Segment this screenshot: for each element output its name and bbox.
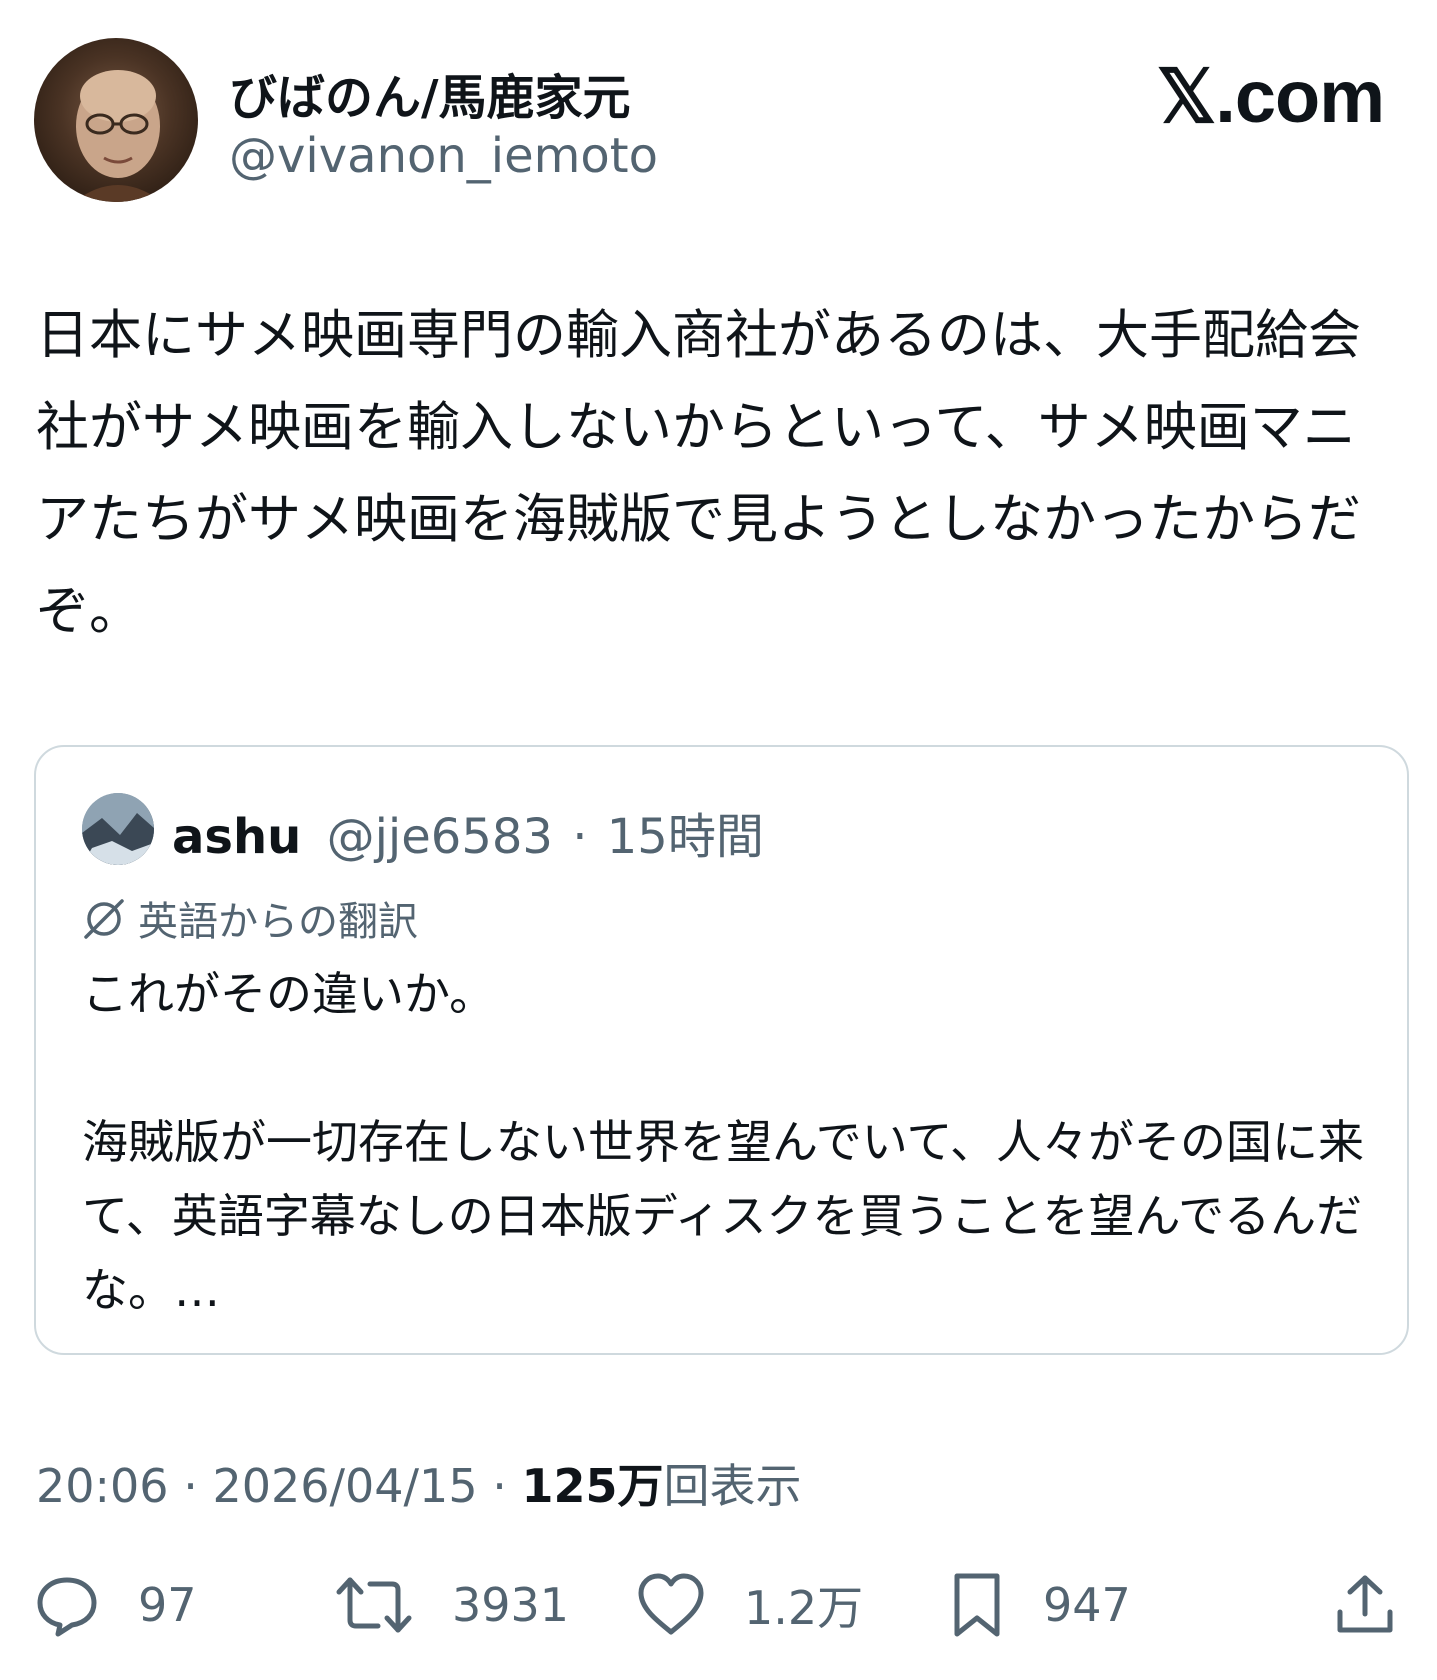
quoted-paragraph-1: これがその違いか。: [82, 967, 496, 1021]
views-label: 回表示: [663, 1459, 802, 1513]
translation-notice: 英語からの翻訳: [82, 889, 418, 951]
repost-icon: [336, 1577, 412, 1633]
like-count: 1.2万: [744, 1581, 864, 1635]
share-icon: [1337, 1575, 1393, 1633]
author-handle[interactable]: @vivanon_iemoto: [229, 128, 658, 184]
reply-icon: [37, 1577, 97, 1637]
bookmark-icon: [954, 1573, 1000, 1637]
reply-button[interactable]: 97: [34, 1560, 197, 1650]
reply-count: 97: [138, 1578, 197, 1632]
tweet-header: びばのん/馬鹿家元 @vivanon_iemoto 𝕏.com: [34, 38, 1404, 208]
quoted-avatar-image: [82, 793, 154, 865]
tweet-date[interactable]: 2026/04/15: [212, 1459, 477, 1513]
bookmark-button[interactable]: 947: [949, 1560, 1131, 1650]
author-avatar[interactable]: [34, 38, 198, 202]
quoted-author-avatar: [82, 793, 154, 865]
translation-label: 英語からの翻訳: [138, 899, 418, 945]
tweet-meta: 20:06 · 2026/04/15 · 125万回表示: [36, 1450, 802, 1516]
quoted-header: ashu @jje6583 · 15時間: [172, 797, 764, 867]
quoted-tweet[interactable]: ashu @jje6583 · 15時間 英語からの翻訳 これがその違いか。 海…: [34, 745, 1409, 1355]
quoted-author-name[interactable]: ashu: [172, 809, 301, 865]
tweet-time[interactable]: 20:06: [36, 1459, 169, 1513]
bookmark-count: 947: [1043, 1578, 1131, 1632]
avatar-portrait: [74, 70, 162, 202]
x-logo: 𝕏.com: [1156, 55, 1385, 138]
repost-count: 3931: [452, 1578, 570, 1632]
like-button[interactable]: 1.2万: [636, 1560, 863, 1650]
heart-icon: [638, 1573, 704, 1635]
action-bar: 97 3931 1.2万 947: [34, 1560, 1414, 1650]
meta-separator: ·: [492, 1459, 507, 1513]
quoted-author-handle[interactable]: @jje6583: [327, 809, 553, 865]
quoted-time[interactable]: 15時間: [607, 809, 764, 865]
share-button[interactable]: [1334, 1560, 1396, 1650]
quoted-paragraph-2: 海賊版が一切存在しない世界を望んでいて、人々がその国に来て、英語字幕なしの日本版…: [82, 1115, 1365, 1317]
author-display-name[interactable]: びばのん/馬鹿家元: [229, 58, 631, 128]
meta-separator: ·: [183, 1459, 198, 1513]
repost-button[interactable]: 3931: [334, 1560, 569, 1650]
quoted-separator: ·: [572, 809, 588, 865]
quoted-text: これがその違いか。 海賊版が一切存在しない世界を望んでいて、人々がその国に来て、…: [82, 957, 1372, 1327]
views-count: 125万: [521, 1459, 664, 1513]
translate-icon: [82, 897, 126, 951]
tweet-screenshot: びばのん/馬鹿家元 @vivanon_iemoto 𝕏.com 日本にサメ映画専…: [0, 0, 1437, 1680]
tweet-text: 日本にサメ映画専門の輸入商社があるのは、大手配給会社がサメ映画を輸入しないからと…: [36, 305, 1361, 642]
